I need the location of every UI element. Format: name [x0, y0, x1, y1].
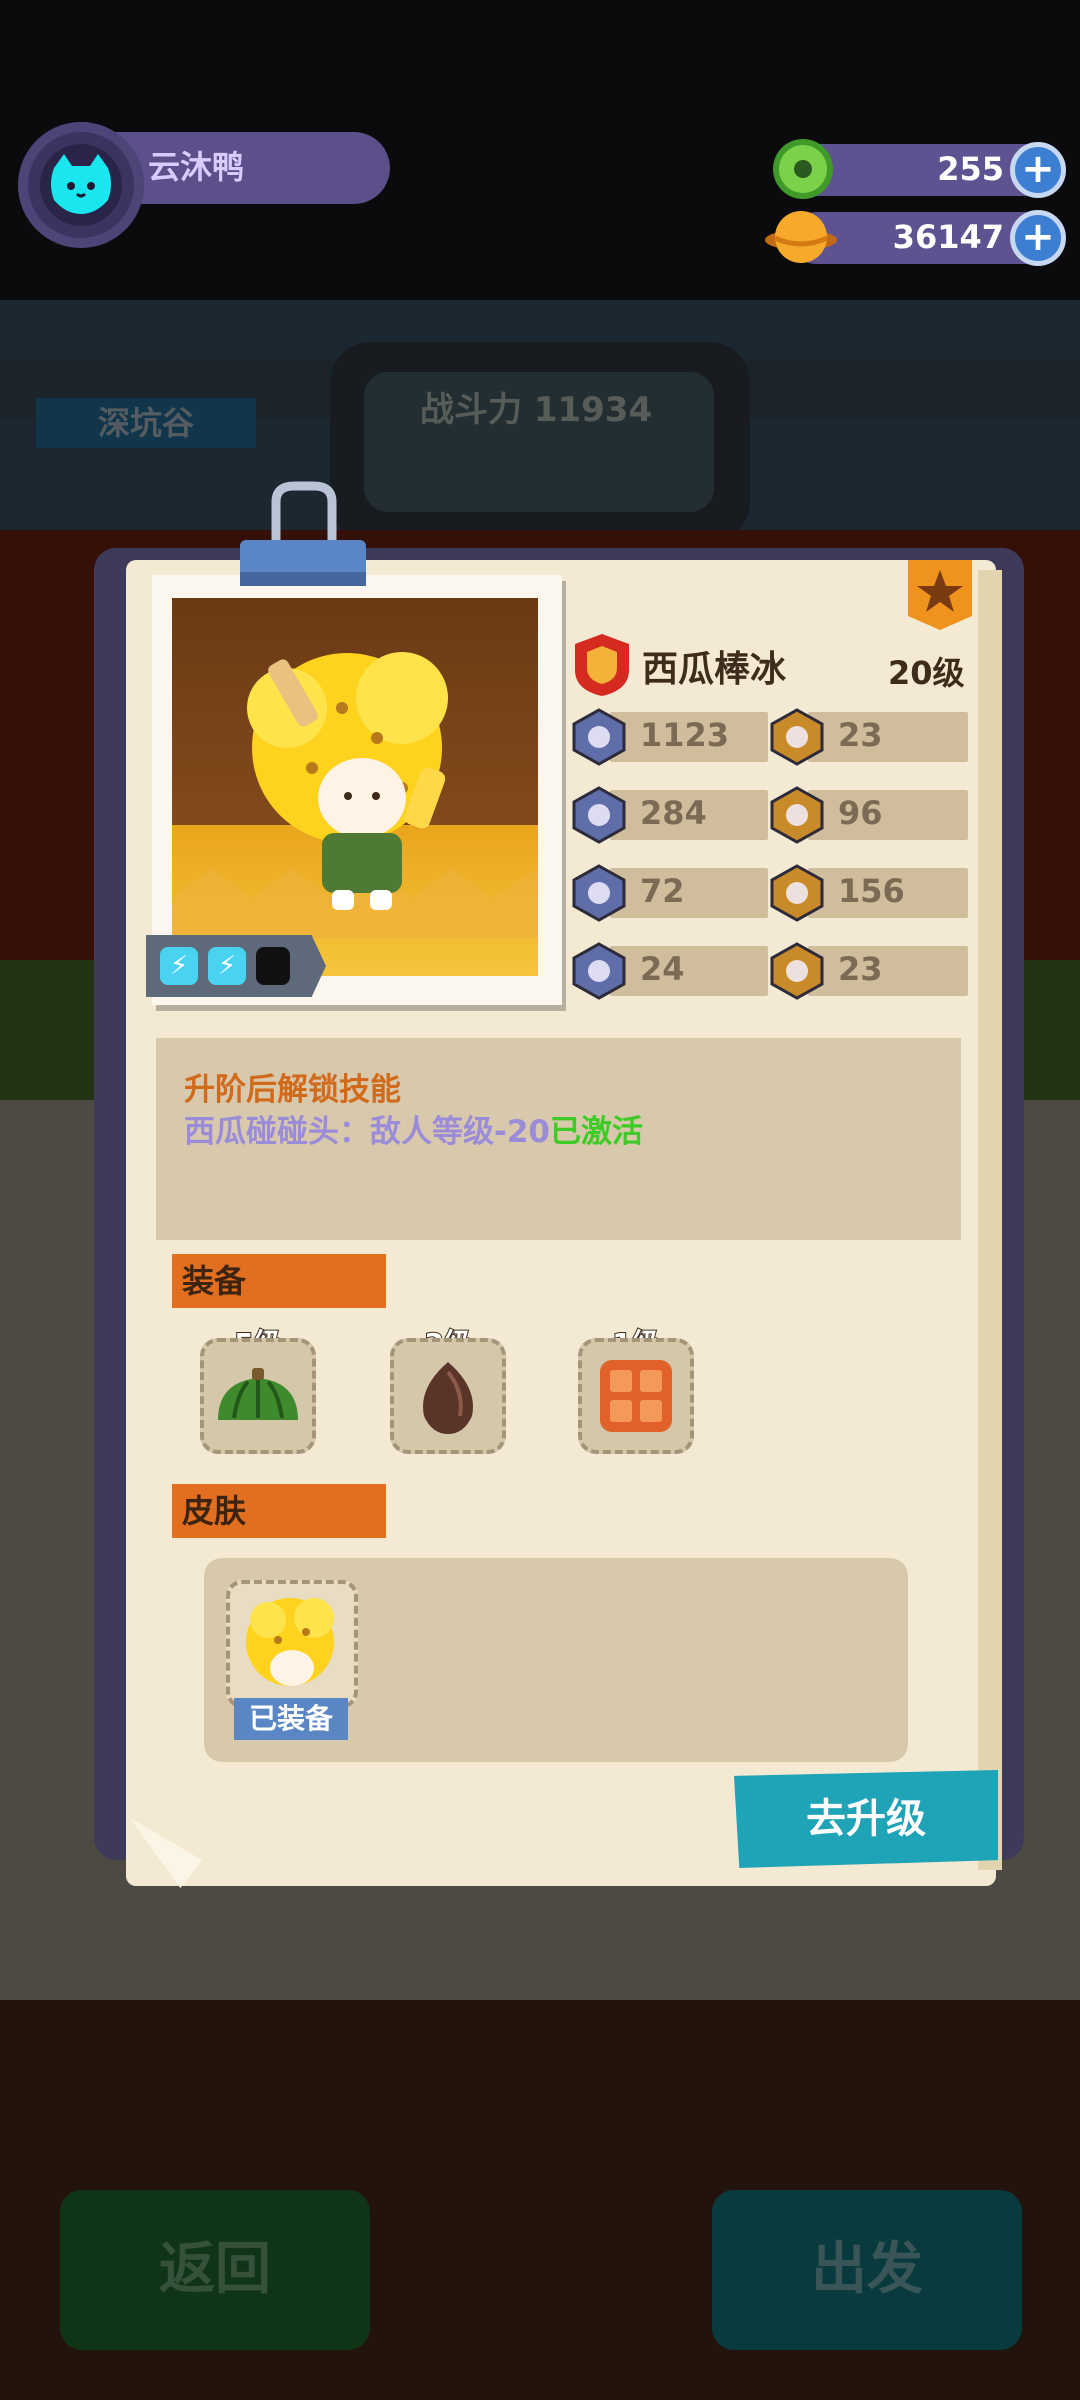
stat-value: 156 — [838, 872, 905, 910]
waffle-icon — [600, 1360, 672, 1432]
empty-slot-icon — [256, 947, 290, 985]
card-page-edge — [978, 570, 1002, 1870]
depart-button[interactable]: 出发 — [712, 2190, 1022, 2350]
donut-gem-icon — [770, 136, 836, 202]
character-name: 西瓜棒冰 — [642, 649, 787, 690]
stat-value: 284 — [640, 794, 707, 832]
stat-value: 23 — [838, 950, 883, 988]
lightning-icon: ⚡ — [208, 947, 246, 985]
seed-icon — [423, 1362, 473, 1434]
character-level: 20级 — [888, 654, 965, 692]
gems-value: 255 — [937, 150, 1004, 188]
skin-section-label: 皮肤 — [172, 1484, 386, 1538]
brain-icon — [770, 942, 824, 1000]
power-panel: 战斗力 11934 — [330, 342, 750, 542]
planet-coin-icon — [764, 204, 838, 270]
equipment-section-label: 装备 — [172, 1254, 386, 1308]
energy-slots: ⚡ ⚡ — [146, 935, 326, 997]
stat-value: 1123 — [640, 716, 730, 754]
skill-text: 西瓜碰碰头：敌人等级-20 — [184, 1114, 551, 1150]
fist-burst-icon — [770, 708, 824, 766]
cat-icon — [51, 154, 111, 214]
skill-title: 升阶后解锁技能 — [184, 1072, 401, 1108]
rarity-badge — [908, 560, 972, 630]
avatar[interactable] — [18, 122, 144, 248]
location-label: 深坑谷 — [36, 398, 256, 448]
attack-up-icon — [572, 786, 626, 844]
power-label: 战斗力 11934 — [420, 390, 653, 430]
star-icon — [917, 570, 963, 612]
stat-bar — [808, 790, 968, 840]
equip-slot-waffle[interactable] — [578, 1338, 694, 1454]
shield-icon — [572, 864, 626, 922]
add-coins-button[interactable]: + — [1010, 210, 1066, 266]
stat-value: 96 — [838, 794, 883, 832]
skin-slot[interactable] — [226, 1580, 358, 1708]
anchor-icon — [572, 942, 626, 1000]
back-button[interactable]: 返回 — [60, 2190, 370, 2350]
coins-value: 36147 — [892, 218, 1004, 256]
character-portrait — [172, 598, 538, 976]
equip-slot-seed[interactable] — [390, 1338, 506, 1454]
stat-bar — [808, 946, 968, 996]
watermelon-popsicle-character — [172, 652, 538, 938]
stat-value: 23 — [838, 716, 883, 754]
watermelon-icon — [218, 1368, 298, 1420]
stat-bar — [610, 946, 768, 996]
muscle-icon — [770, 864, 824, 922]
stat-bar — [610, 868, 768, 918]
skill-status: 已激活 — [550, 1114, 644, 1150]
stat-value: 24 — [640, 950, 685, 988]
stat-bar — [808, 712, 968, 762]
binder-clip-icon — [238, 480, 368, 590]
upgrade-button[interactable]: 去升级 — [734, 1770, 998, 1868]
stat-value: 72 — [640, 872, 685, 910]
add-gems-button[interactable]: + — [1010, 142, 1066, 198]
player-name: 云沐鸭 — [148, 148, 245, 186]
heart-shield-icon — [572, 708, 626, 766]
rank-shield-icon — [571, 632, 633, 698]
equipped-badge: 已装备 — [234, 1698, 348, 1740]
equip-slot-watermelon[interactable] — [200, 1338, 316, 1454]
skill-description: 西瓜碰碰头：敌人等级-20已激活 — [184, 1106, 643, 1151]
lightning-icon: ⚡ — [160, 947, 198, 985]
skin-portrait-icon — [246, 1598, 334, 1686]
smile-icon — [770, 786, 824, 844]
